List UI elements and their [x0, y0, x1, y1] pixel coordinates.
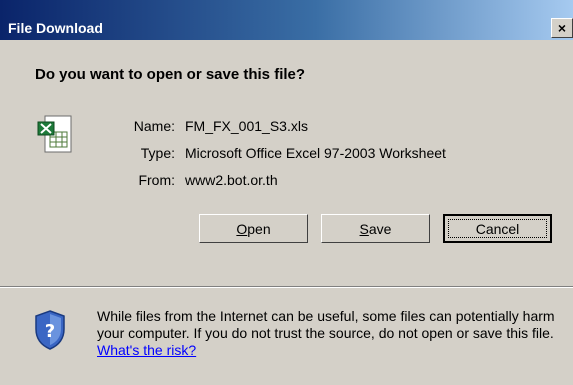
warning-text: While files from the Internet can be use… — [97, 308, 555, 341]
close-button[interactable]: × — [551, 18, 573, 38]
separator — [0, 286, 573, 288]
security-shield-icon: ? — [35, 310, 65, 350]
file-download-dialog: File Download × Do you want to open or s… — [0, 0, 573, 385]
cancel-button[interactable]: Cancel — [443, 214, 552, 243]
open-button[interactable]: Open — [199, 214, 308, 243]
name-label: Name: — [133, 118, 175, 134]
cancel-label: Cancel — [475, 220, 520, 237]
whats-the-risk-link[interactable]: What's the risk? — [97, 342, 196, 358]
security-warning: While files from the Internet can be use… — [97, 308, 567, 359]
svg-text:?: ? — [45, 321, 55, 342]
save-accel: S — [359, 220, 369, 237]
dialog-question: Do you want to open or save this file? — [35, 66, 306, 83]
excel-file-icon — [37, 115, 72, 153]
name-value: FM_FX_001_S3.xls — [185, 118, 308, 134]
from-label: From: — [138, 172, 175, 188]
open-label-rest: pen — [247, 220, 271, 237]
window-title: File Download — [8, 20, 103, 36]
save-label-rest: ave — [368, 220, 392, 237]
open-accel: O — [236, 220, 248, 237]
from-value: www2.bot.or.th — [185, 172, 278, 188]
save-button[interactable]: Save — [321, 214, 430, 243]
cancel-focus-box: Cancel — [448, 219, 547, 238]
title-bar[interactable]: File Download × — [0, 0, 573, 40]
type-label: Type: — [140, 145, 175, 161]
type-value: Microsoft Office Excel 97-2003 Worksheet — [185, 145, 446, 161]
